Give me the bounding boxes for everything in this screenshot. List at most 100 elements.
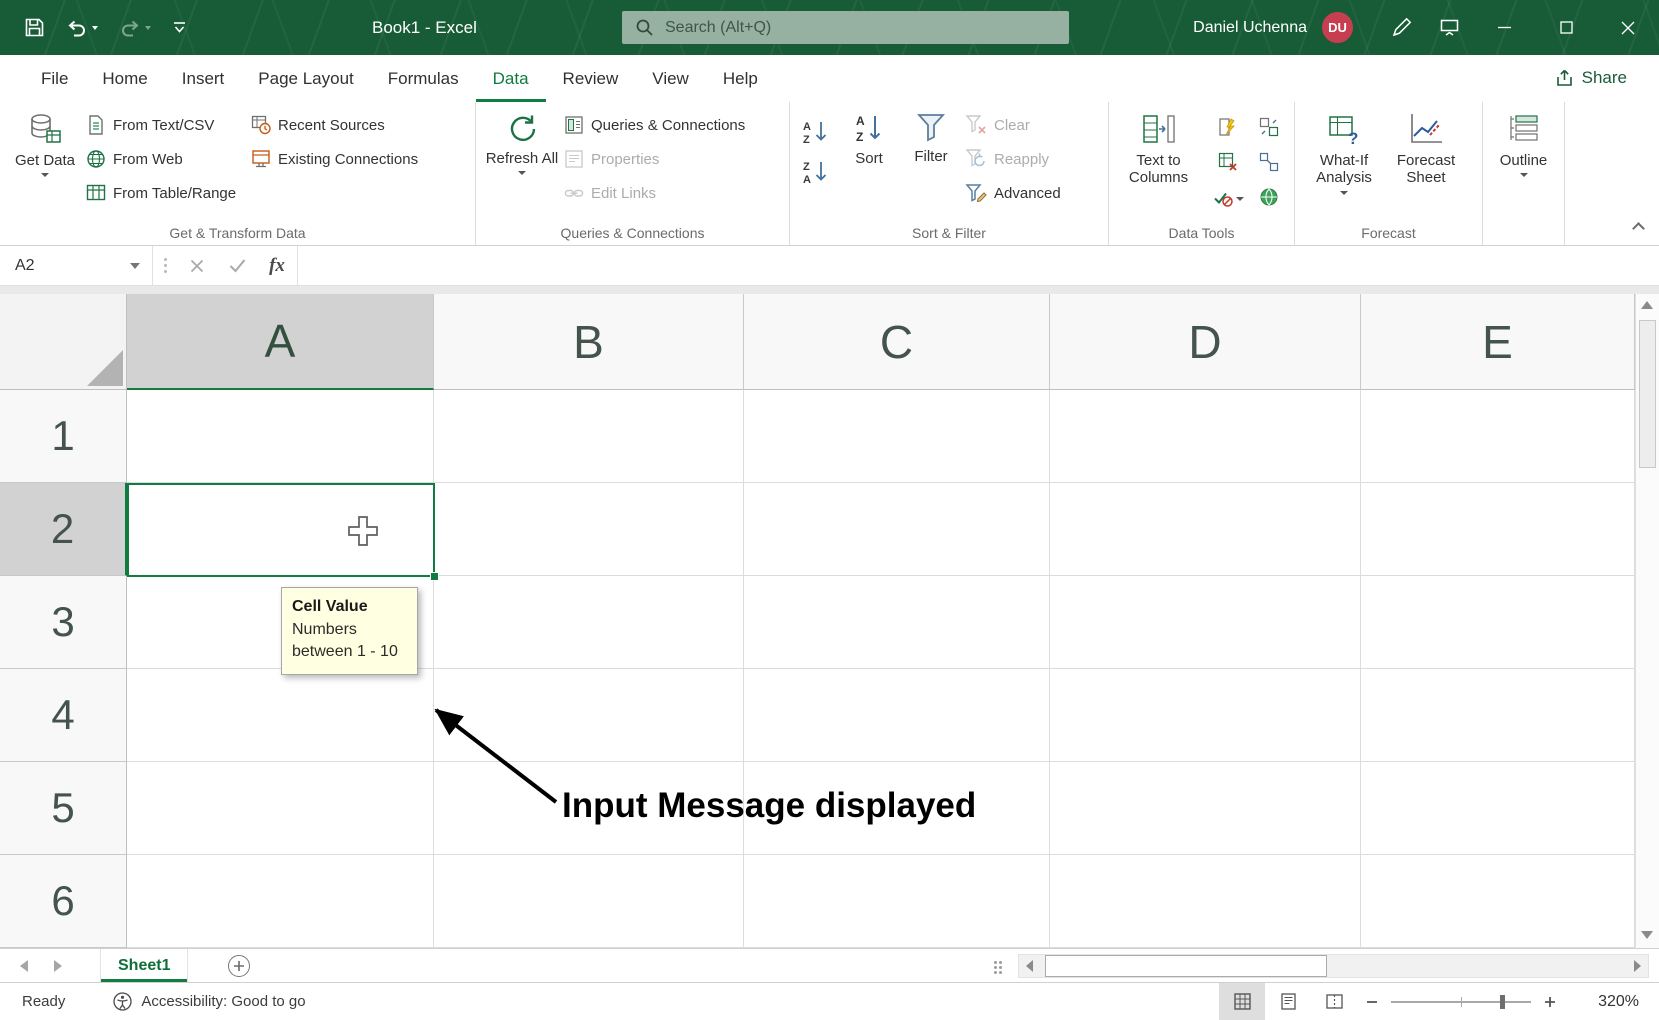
column-header-a[interactable]: A — [127, 294, 434, 390]
cell[interactable] — [744, 483, 1050, 576]
row-header-2[interactable]: 2 — [0, 483, 127, 576]
cell[interactable] — [434, 855, 744, 948]
tab-help[interactable]: Help — [706, 55, 775, 102]
zoom-in-button[interactable] — [1535, 983, 1565, 1020]
cell[interactable] — [1050, 576, 1361, 669]
existing-connections-button[interactable]: Existing Connections — [247, 142, 462, 176]
column-header-b[interactable]: B — [434, 294, 744, 390]
outline-button[interactable]: Outline — [1491, 106, 1556, 177]
cell[interactable] — [1361, 855, 1635, 948]
cell[interactable] — [434, 390, 744, 483]
sort-az-button[interactable]: AZ — [798, 118, 832, 146]
minimize-button[interactable] — [1473, 0, 1535, 55]
tab-view[interactable]: View — [635, 55, 706, 102]
flash-fill-button[interactable] — [1204, 109, 1252, 144]
collapse-ribbon-button[interactable] — [1632, 222, 1645, 235]
ink-button[interactable] — [1377, 0, 1425, 55]
normal-view-button[interactable] — [1219, 983, 1265, 1020]
row-header-4[interactable]: 4 — [0, 669, 127, 762]
filter-button[interactable]: Filter — [901, 106, 961, 165]
scroll-up-button[interactable] — [1641, 301, 1653, 309]
horizontal-scroll-thumb[interactable] — [1045, 955, 1327, 977]
tab-file[interactable]: File — [24, 55, 85, 102]
scroll-right-button[interactable] — [1634, 960, 1641, 972]
data-validation-button[interactable] — [1204, 179, 1252, 214]
cell[interactable] — [1361, 762, 1635, 855]
column-header-e[interactable]: E — [1361, 294, 1635, 390]
text-to-columns-button[interactable]: Text to Columns — [1117, 106, 1200, 187]
sheet-tab[interactable]: Sheet1 — [100, 949, 188, 982]
forecast-sheet-button[interactable]: Forecast Sheet — [1385, 106, 1467, 187]
from-text-csv-button[interactable]: From Text/CSV — [82, 108, 247, 142]
name-box[interactable]: A2 — [0, 246, 152, 285]
page-break-view-button[interactable] — [1311, 983, 1357, 1020]
column-header-c[interactable]: C — [744, 294, 1050, 390]
select-all-button[interactable] — [0, 294, 127, 390]
what-if-analysis-button[interactable]: ? What-If Analysis — [1303, 106, 1385, 195]
sheet-nav-left-button[interactable] — [20, 960, 28, 972]
undo-button[interactable] — [66, 18, 98, 37]
row-header-3[interactable]: 3 — [0, 576, 127, 669]
cell[interactable] — [744, 390, 1050, 483]
column-header-d[interactable]: D — [1050, 294, 1361, 390]
search-box[interactable] — [622, 11, 1069, 44]
tab-splitter-grip[interactable] — [994, 961, 1002, 974]
cell[interactable] — [434, 669, 744, 762]
horizontal-scrollbar[interactable] — [1018, 954, 1649, 978]
cell[interactable] — [1050, 762, 1361, 855]
from-table-range-button[interactable]: From Table/Range — [82, 176, 247, 210]
ribbon-display-options-button[interactable] — [1425, 0, 1473, 55]
maximize-button[interactable] — [1535, 0, 1597, 55]
formula-input[interactable] — [310, 257, 1659, 275]
vertical-scrollbar[interactable] — [1635, 294, 1659, 948]
scroll-down-button[interactable] — [1641, 931, 1653, 939]
recent-sources-button[interactable]: Recent Sources — [247, 108, 462, 142]
cell[interactable] — [1361, 390, 1635, 483]
sheet-nav-right-button[interactable] — [54, 960, 62, 972]
remove-duplicates-button[interactable] — [1204, 144, 1252, 179]
cell[interactable] — [1050, 483, 1361, 576]
page-layout-view-button[interactable] — [1265, 983, 1311, 1020]
from-web-button[interactable]: From Web — [82, 142, 247, 176]
row-header-1[interactable]: 1 — [0, 390, 127, 483]
zoom-level[interactable]: 320% — [1575, 993, 1639, 1011]
consolidate-button[interactable] — [1252, 109, 1286, 144]
tab-data[interactable]: Data — [476, 55, 546, 102]
relationships-button[interactable] — [1252, 144, 1286, 179]
row-header-6[interactable]: 6 — [0, 855, 127, 948]
formula-input-area[interactable] — [298, 246, 1659, 285]
redo-button[interactable] — [119, 18, 151, 37]
save-button[interactable] — [24, 17, 45, 38]
refresh-all-button[interactable]: Refresh All — [484, 106, 560, 175]
tab-home[interactable]: Home — [85, 55, 164, 102]
tab-insert[interactable]: Insert — [165, 55, 242, 102]
insert-function-button[interactable]: fx — [257, 246, 297, 285]
sort-button[interactable]: AZ Sort — [837, 106, 901, 167]
avatar[interactable]: DU — [1322, 12, 1353, 43]
cell[interactable] — [1361, 669, 1635, 762]
row-header-5[interactable]: 5 — [0, 762, 127, 855]
cell[interactable] — [127, 483, 434, 576]
cell[interactable] — [1050, 855, 1361, 948]
cell[interactable] — [1050, 390, 1361, 483]
cell[interactable] — [127, 669, 434, 762]
new-sheet-button[interactable] — [228, 955, 250, 977]
vertical-scroll-thumb[interactable] — [1639, 320, 1656, 468]
cell[interactable] — [1361, 576, 1635, 669]
sort-za-button[interactable]: ZA — [798, 158, 832, 186]
tab-formulas[interactable]: Formulas — [371, 55, 476, 102]
customize-quick-access-button[interactable] — [172, 21, 187, 34]
close-button[interactable] — [1597, 0, 1659, 55]
cell[interactable] — [744, 576, 1050, 669]
cell[interactable] — [127, 390, 434, 483]
manage-data-model-button[interactable] — [1252, 179, 1286, 214]
cell[interactable] — [127, 855, 434, 948]
accessibility-status[interactable]: Accessibility: Good to go — [113, 992, 305, 1011]
scroll-left-button[interactable] — [1026, 960, 1033, 972]
tab-review[interactable]: Review — [546, 55, 636, 102]
search-input[interactable] — [665, 19, 1056, 37]
advanced-filter-button[interactable]: Advanced — [961, 176, 1085, 210]
cell[interactable] — [127, 762, 434, 855]
cell[interactable] — [434, 576, 744, 669]
cell[interactable] — [744, 669, 1050, 762]
